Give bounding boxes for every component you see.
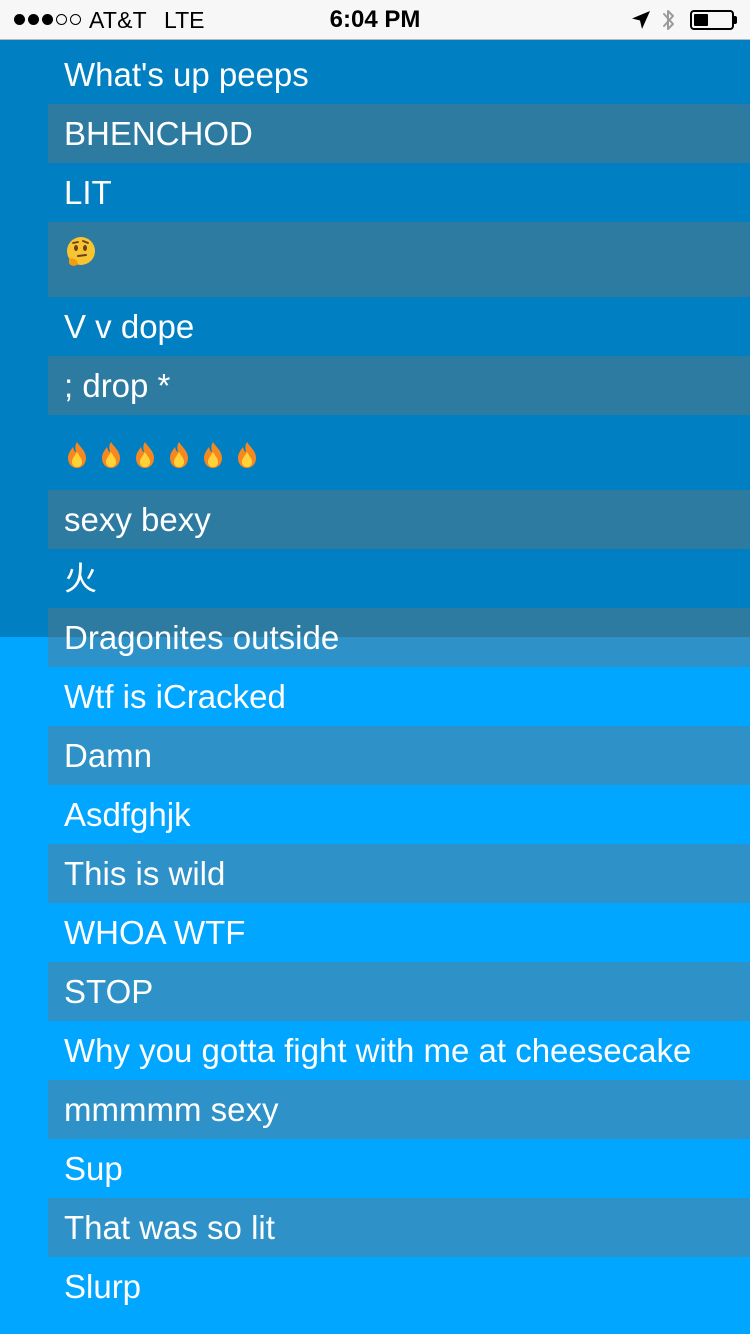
message-text: That was so lit [64, 1209, 275, 1246]
message-text: Sup [64, 1150, 123, 1187]
message-text: Wtf is iCracked [64, 678, 286, 715]
status-bar: AT&T LTE 6:04 PM [0, 0, 750, 40]
message-text: LIT [64, 174, 112, 211]
message-text [64, 222, 98, 287]
message-row[interactable]: Why you gotta fight with me at cheesecak… [48, 1021, 750, 1080]
fire-icon [204, 441, 222, 468]
fire-icon [102, 441, 120, 468]
battery-shell [690, 10, 734, 30]
message-row[interactable]: What's up peeps [48, 45, 750, 104]
message-text: Why you gotta fight with me at cheesecak… [64, 1032, 692, 1069]
message-row[interactable]: LIT [48, 163, 750, 222]
message-text: Dragonites outside [64, 619, 340, 656]
message-text: ; drop * [64, 367, 171, 404]
message-text: sexy bexy [64, 501, 211, 538]
message-text: Slurp [64, 1268, 142, 1305]
message-text: WHOA WTF [64, 914, 246, 951]
message-text: V v dope [64, 308, 195, 345]
message-text: What's up peeps [64, 56, 309, 93]
message-text: mmmmm sexy [64, 1091, 279, 1128]
message-row[interactable]: sexy bexy [48, 490, 750, 549]
message-text: Damn [64, 737, 153, 774]
message-row[interactable] [48, 222, 750, 297]
location-arrow-icon [632, 11, 650, 29]
bluetooth-icon [663, 10, 674, 30]
message-row[interactable]: ; drop * [48, 356, 750, 415]
fire-icon [136, 441, 154, 468]
thinking-face-icon [67, 237, 95, 266]
fire-icon [170, 441, 188, 468]
message-row[interactable]: Wtf is iCracked [48, 667, 750, 726]
message-row[interactable]: Sup [48, 1139, 750, 1198]
message-row[interactable]: mmmmm sexy [48, 1080, 750, 1139]
message-row[interactable]: This is wild [48, 844, 750, 903]
message-row[interactable]: 火 [48, 549, 750, 608]
message-list[interactable]: What's up peeps BHENCHOD LIT V v dope ; drop… [48, 45, 750, 1316]
message-row[interactable]: That was so lit [48, 1198, 750, 1257]
message-text: Asdfghjk [64, 796, 191, 833]
message-row[interactable]: V v dope [48, 297, 750, 356]
message-text: BHENCHOD [64, 115, 253, 152]
message-text: This is wild [64, 855, 226, 892]
fire-icon [68, 441, 86, 468]
message-row[interactable]: Damn [48, 726, 750, 785]
message-row[interactable]: BHENCHOD [48, 104, 750, 163]
message-text: 火 [64, 559, 97, 598]
battery-fill [694, 14, 709, 26]
message-row[interactable]: STOP [48, 962, 750, 1021]
fire-icon [238, 441, 256, 468]
message-text: STOP [64, 973, 154, 1010]
battery-tip [734, 16, 737, 24]
message-row[interactable]: Asdfghjk [48, 785, 750, 844]
message-row[interactable] [48, 415, 750, 490]
message-row[interactable]: Slurp [48, 1257, 750, 1316]
message-row[interactable]: Dragonites outside [48, 608, 750, 667]
message-row[interactable]: WHOA WTF [48, 903, 750, 962]
battery-icon [690, 10, 738, 30]
message-text [64, 441, 260, 469]
